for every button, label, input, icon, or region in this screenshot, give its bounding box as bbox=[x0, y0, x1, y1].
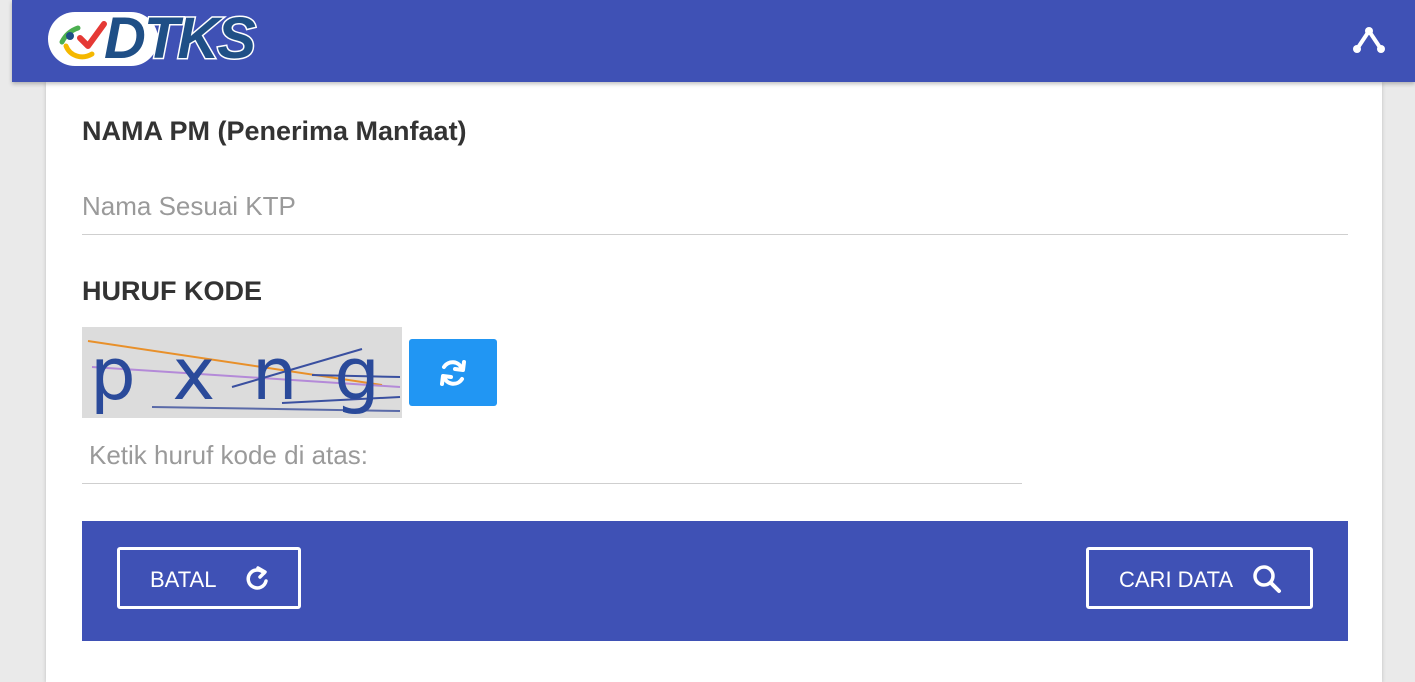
cancel-button[interactable]: BATAL bbox=[117, 547, 301, 609]
action-bar: BATAL CARI DATA bbox=[82, 521, 1348, 641]
captcha-label: HURUF KODE bbox=[82, 276, 262, 306]
refresh-captcha-button[interactable] bbox=[409, 339, 497, 406]
logo-text: DTKS bbox=[103, 5, 258, 73]
search-form-card: NAMA PM (Penerima Manfaat) HURUF KODE px… bbox=[46, 82, 1382, 682]
captcha-input[interactable] bbox=[82, 428, 1022, 484]
cancel-button-label: BATAL bbox=[150, 567, 217, 592]
name-label: NAMA PM (Penerima Manfaat) bbox=[82, 116, 467, 146]
name-input[interactable] bbox=[82, 178, 1348, 235]
captcha-image: pxng bbox=[82, 327, 402, 418]
search-data-button[interactable]: CARI DATA bbox=[1086, 547, 1313, 609]
chevron-up-icon[interactable] bbox=[1353, 26, 1385, 54]
top-app-bar: DTKS bbox=[12, 0, 1415, 82]
refresh-icon bbox=[440, 360, 466, 386]
search-button-label: CARI DATA bbox=[1119, 567, 1234, 592]
search-icon bbox=[1253, 565, 1281, 593]
dtks-logo[interactable]: DTKS bbox=[48, 5, 278, 73]
reset-icon bbox=[246, 566, 268, 590]
